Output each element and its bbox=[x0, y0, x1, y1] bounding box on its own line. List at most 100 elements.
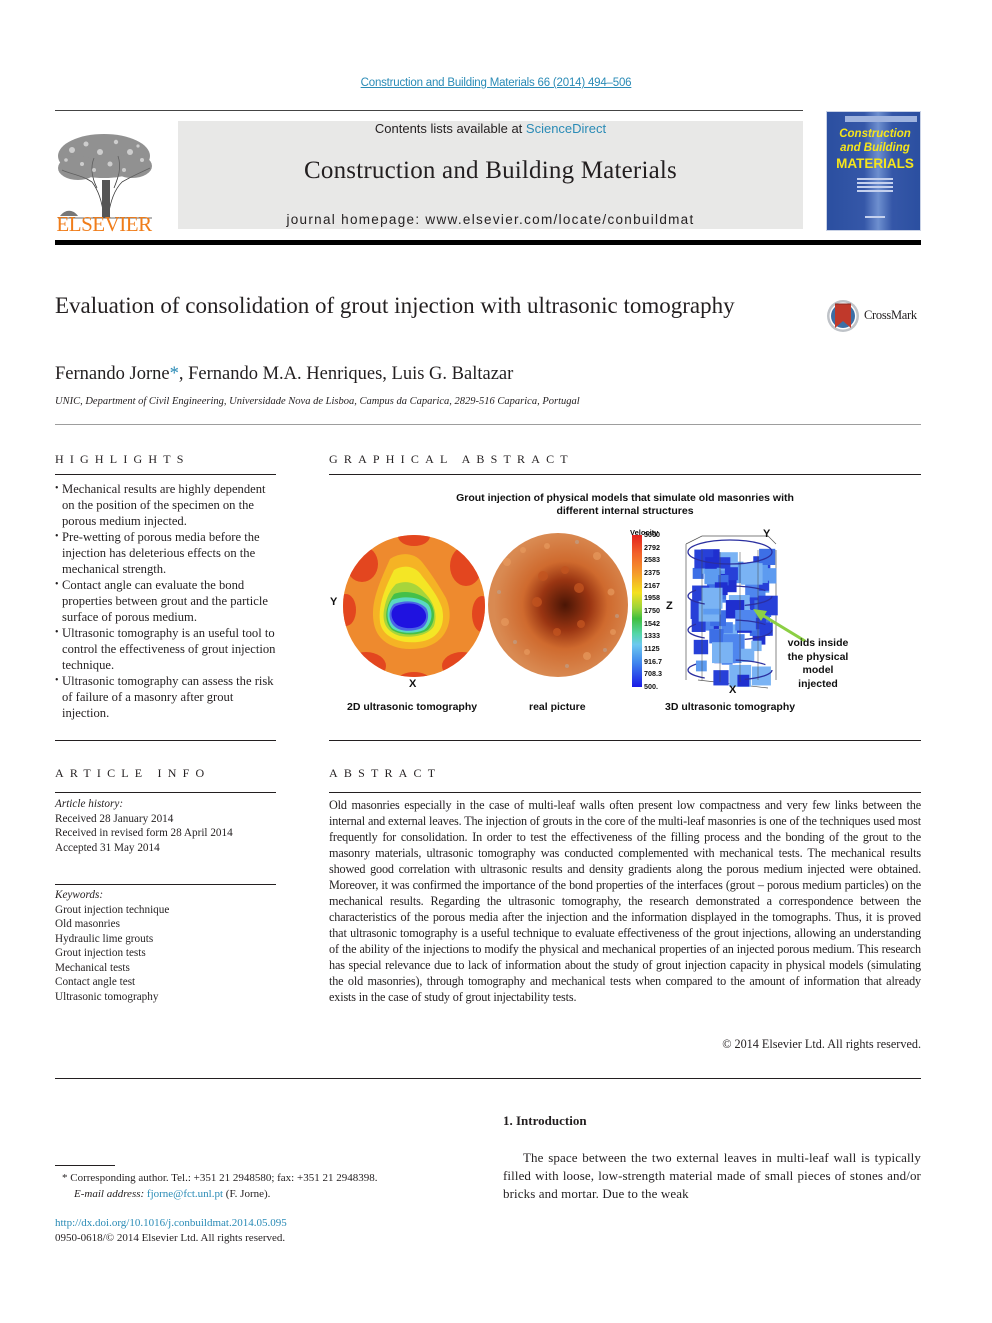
axis-label-z-3d: Z bbox=[666, 600, 673, 612]
journal-citation-link[interactable]: Construction and Building Materials 66 (… bbox=[0, 77, 992, 89]
velocity-tick-label: 2167 bbox=[644, 580, 660, 590]
keyword: Old masonries bbox=[55, 918, 120, 930]
velocity-tick-label: 2375 bbox=[644, 568, 660, 577]
journal-cover-thumbnail[interactable]: Construction and Building MATERIALS bbox=[826, 111, 921, 231]
axis-label-y-3d: Y bbox=[763, 528, 771, 540]
voxel-cube bbox=[741, 563, 763, 585]
author-name[interactable]: Luis G. Baltazar bbox=[392, 364, 514, 384]
velocity-tick-label: 2583 bbox=[644, 555, 660, 565]
cover-text-line bbox=[857, 190, 893, 192]
abstract-heading: ABSTRACT bbox=[329, 766, 442, 780]
annotation-line: the physical bbox=[787, 650, 849, 663]
journal-title: Construction and Building Materials bbox=[304, 157, 677, 184]
velocity-tick-label: 3000 bbox=[644, 530, 660, 539]
annotation-line: injected bbox=[798, 677, 838, 690]
sciencedirect-link[interactable]: ScienceDirect bbox=[526, 121, 606, 136]
keyword: Contact angle test bbox=[55, 976, 136, 988]
highlight-item: Ultrasonic tomography is an useful tool … bbox=[55, 625, 279, 673]
figure-title-line: different internal structures bbox=[556, 505, 694, 517]
history-entry: Received 28 January 2014 bbox=[55, 812, 174, 825]
voxel-cube bbox=[759, 548, 776, 565]
author-name[interactable]: Fernando Jorne bbox=[55, 364, 170, 384]
highlights-heading: HIGHLIGHTS bbox=[55, 452, 190, 466]
introduction-paragraph: The space between the two external leave… bbox=[503, 1150, 921, 1201]
voxel-cube bbox=[695, 660, 707, 672]
highlights-top-rule bbox=[55, 474, 276, 475]
keyword: Mechanical tests bbox=[55, 961, 130, 974]
velocity-tick-label: 1750 bbox=[644, 606, 660, 615]
graphical-abstract-heading: GRAPHICAL ABSTRACT bbox=[329, 452, 574, 466]
history-entry: Accepted 31 May 2014 bbox=[55, 841, 160, 854]
cover-text-line bbox=[865, 216, 885, 218]
voxel-cube bbox=[693, 639, 709, 655]
cover-title-line3: MATERIALS bbox=[836, 156, 914, 171]
velocity-colorbar bbox=[632, 535, 642, 687]
voxel-cube bbox=[709, 629, 724, 644]
keywords-label: Keywords: bbox=[55, 889, 104, 901]
author-list: Fernando Jorne*, Fernando M.A. Henriques… bbox=[55, 364, 513, 385]
annotation-line: model bbox=[802, 664, 834, 676]
velocity-tick-label: 1125 bbox=[644, 644, 660, 653]
graphical-abstract-figure[interactable]: Grout injection of physical models that … bbox=[329, 480, 921, 736]
cover-title-line2: and Building bbox=[840, 142, 910, 154]
keyword: Grout injection tests bbox=[55, 947, 146, 959]
email-suffix: (F. Jorne). bbox=[223, 1188, 271, 1200]
footnote-rule bbox=[55, 1165, 115, 1166]
contents-prefix: Contents lists available at bbox=[374, 121, 526, 136]
masthead-top-rule bbox=[55, 110, 803, 111]
caption-2d-tomography: 2D ultrasonic tomography bbox=[347, 701, 478, 713]
cover-text-line bbox=[857, 178, 893, 180]
article-history: Article history: Received 28 January 201… bbox=[55, 797, 277, 855]
crossmark-button[interactable]: CrossMark bbox=[826, 298, 922, 334]
abstract-copyright: © 2014 Elsevier Ltd. All rights reserved… bbox=[722, 1037, 921, 1051]
velocity-tick-label: 2792 bbox=[644, 542, 660, 552]
journal-homepage-link[interactable]: journal homepage: www.elsevier.com/locat… bbox=[178, 212, 803, 227]
graphical-abstract-top-rule bbox=[329, 474, 921, 475]
doi-link[interactable]: http://dx.doi.org/10.1016/j.conbuildmat.… bbox=[55, 1216, 287, 1231]
highlight-item: Contact angle can evaluate the bond prop… bbox=[55, 577, 279, 625]
article-title: Evaluation of consolidation of grout inj… bbox=[55, 293, 735, 318]
email-label: E-mail address: bbox=[74, 1188, 147, 1200]
email-line: E-mail address: fjorne@fct.unl.pt (F. Jo… bbox=[62, 1186, 482, 1202]
voxel-cube bbox=[713, 670, 729, 686]
front-matter-rule bbox=[55, 1078, 921, 1079]
article-info-mid-rule bbox=[55, 884, 276, 885]
corresponding-author-footnote: * Corresponding author. Tel.: +351 21 29… bbox=[62, 1170, 482, 1202]
figure-title: Grout injection of physical models that … bbox=[329, 492, 921, 518]
highlight-item: Pre-wetting of porous media before the i… bbox=[55, 529, 279, 577]
article-info-heading: ARTICLE INFO bbox=[55, 766, 211, 780]
graphical-abstract-bottom-rule bbox=[329, 740, 921, 741]
figure-title-line: Grout injection of physical models that … bbox=[456, 492, 794, 504]
keyword: Ultrasonic tomography bbox=[55, 990, 159, 1003]
velocity-tick-label: 916.7 bbox=[644, 656, 662, 666]
highlight-item: Ultrasonic tomography can assess the ris… bbox=[55, 673, 279, 721]
corresponding-author-marker[interactable]: * bbox=[170, 364, 179, 384]
contents-available-line: Contents lists available at ScienceDirec… bbox=[178, 121, 803, 136]
crossmark-label: CrossMark bbox=[864, 308, 917, 322]
velocity-tick-label: 708.3 bbox=[644, 669, 662, 679]
corresponding-author-contact: * Corresponding author. Tel.: +351 21 29… bbox=[62, 1172, 378, 1184]
author-separator: , bbox=[382, 364, 392, 384]
annotation-voids: voids inside the physical model injected bbox=[777, 637, 859, 691]
highlight-item: Mechanical results are highly dependent … bbox=[55, 481, 279, 529]
axis-label-x: X bbox=[409, 678, 417, 690]
doi-block: http://dx.doi.org/10.1016/j.conbuildmat.… bbox=[55, 1216, 287, 1246]
elsevier-wordmark: ELSEVIER bbox=[56, 212, 152, 236]
highlights-bottom-rule bbox=[55, 740, 276, 741]
axis-label-y: Y bbox=[330, 596, 338, 608]
velocity-tick-label: 1958 bbox=[644, 593, 660, 603]
velocity-tick-label: 1333 bbox=[644, 631, 660, 641]
keyword: Grout injection technique bbox=[55, 903, 170, 916]
tomography-2d-image bbox=[343, 535, 485, 677]
real-picture-image bbox=[488, 533, 628, 677]
article-history-label: Article history: bbox=[55, 798, 124, 810]
cover-text-line bbox=[857, 182, 893, 184]
issn-copyright: 0950-0618/© 2014 Elsevier Ltd. All right… bbox=[55, 1232, 286, 1244]
author-name[interactable]: Fernando M.A. Henriques bbox=[188, 364, 382, 384]
keyword: Hydraulic lime grouts bbox=[55, 932, 154, 945]
email-link[interactable]: fjorne@fct.unl.pt bbox=[147, 1188, 223, 1200]
title-divider bbox=[55, 424, 921, 425]
keywords-list: Keywords: Grout injection technique Old … bbox=[55, 888, 277, 1004]
caption-3d-tomography: 3D ultrasonic tomography bbox=[665, 701, 796, 713]
author-separator: , bbox=[178, 364, 189, 384]
